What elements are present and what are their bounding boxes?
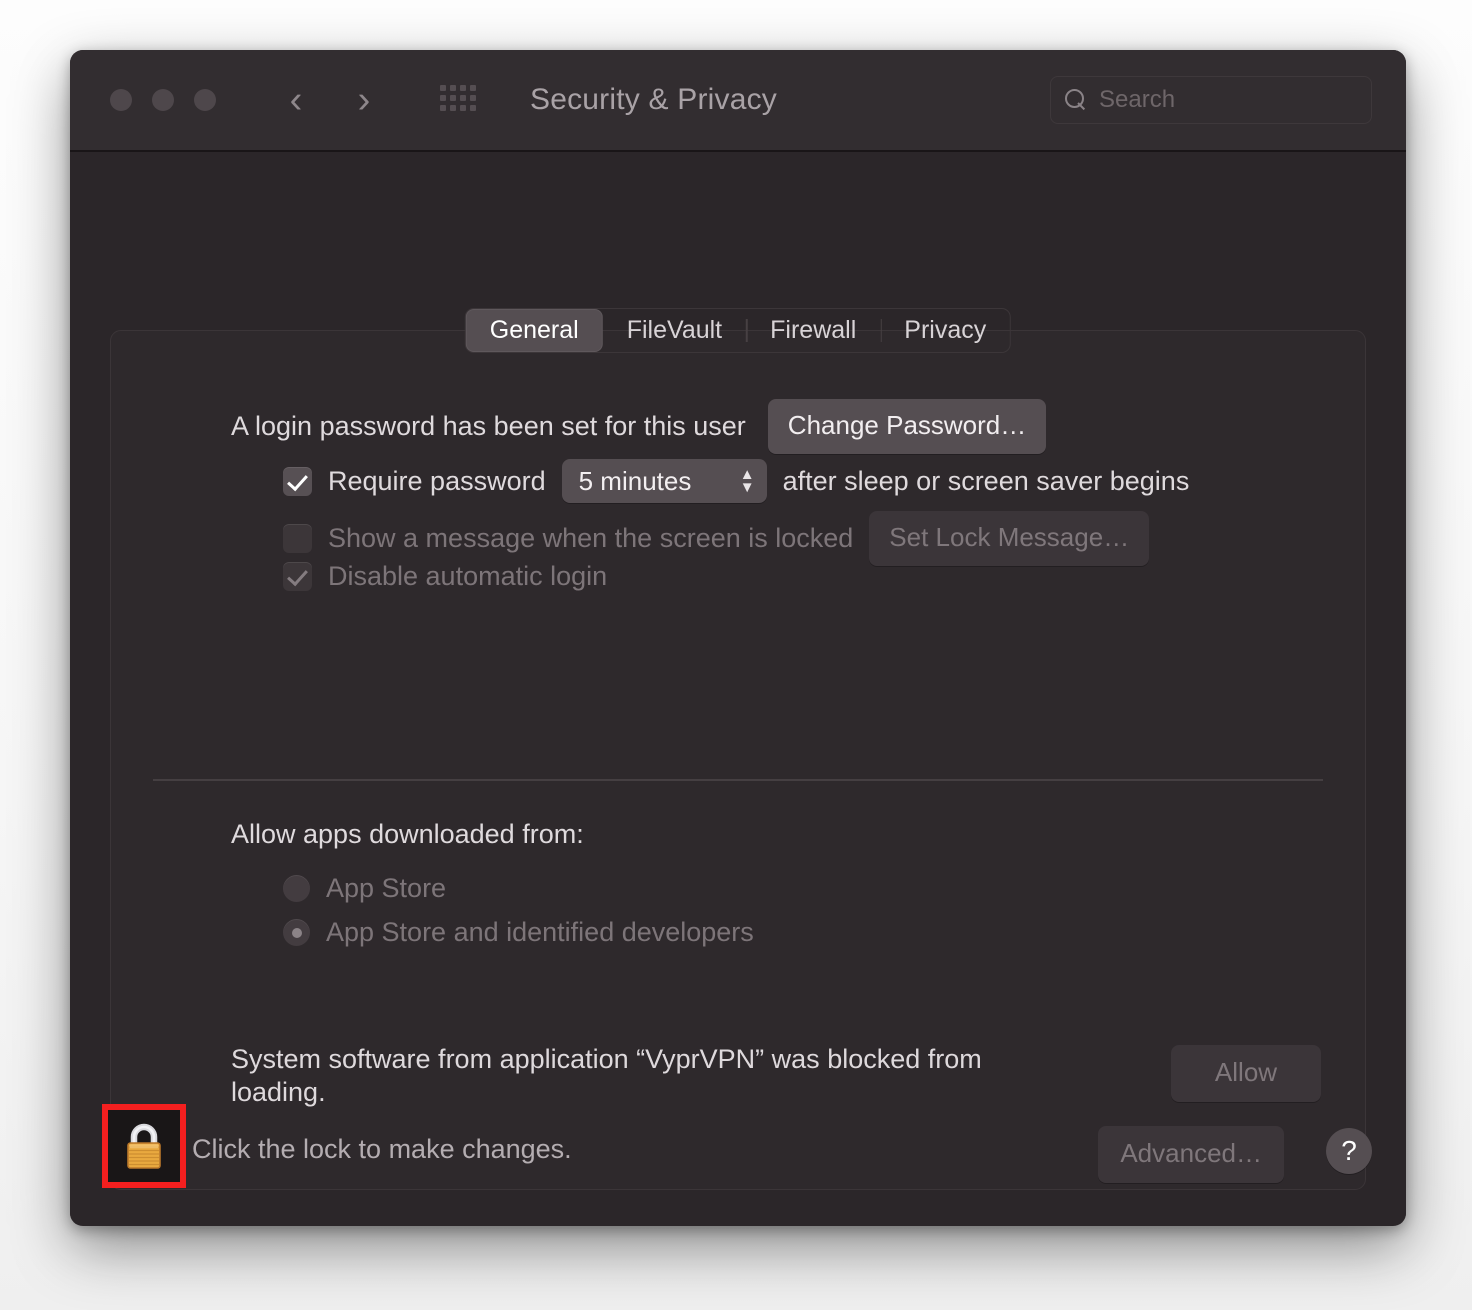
chevron-right-icon[interactable]: › <box>344 77 384 123</box>
disable-automatic-login-label: Disable automatic login <box>328 561 608 591</box>
login-password-label: A login password has been set for this u… <box>231 411 746 441</box>
require-password-row: Require password 5 minutes ▲ ▼ after slee… <box>283 459 1189 503</box>
disable-automatic-login-row: Disable automatic login <box>283 561 607 592</box>
window-titlebar: ‹ › Security & Privacy <box>70 50 1406 152</box>
tab-bar: General FileVault Firewall Privacy <box>464 308 1012 353</box>
page-title: Security & Privacy <box>530 83 777 116</box>
show-all-grid-icon[interactable] <box>440 85 478 115</box>
chevron-left-icon[interactable]: ‹ <box>276 77 316 123</box>
lock-instruction-text: Click the lock to make changes. <box>192 1134 572 1164</box>
tab-filevault[interactable]: FileVault <box>603 309 746 352</box>
tab-general[interactable]: General <box>465 309 603 352</box>
zoom-button[interactable] <box>194 89 216 111</box>
radio-app-store[interactable] <box>283 875 310 902</box>
close-button[interactable] <box>110 89 132 111</box>
preferences-content: General FileVault Firewall Privacy A log… <box>70 152 1406 1224</box>
require-password-delay-value: 5 minutes <box>578 465 692 496</box>
require-password-suffix-label: after sleep or screen saver begins <box>782 465 1190 496</box>
change-password-button[interactable]: Change Password… <box>767 399 1047 454</box>
require-password-delay-select[interactable]: 5 minutes ▲ ▼ <box>561 459 767 503</box>
radio-identified-developers[interactable] <box>283 919 310 946</box>
traffic-light-buttons <box>110 89 216 111</box>
general-settings-panel: A login password has been set for this u… <box>110 330 1366 1190</box>
help-button[interactable]: ? <box>1326 1128 1372 1174</box>
show-lock-message-row: Show a message when the screen is locked… <box>283 511 1150 566</box>
allow-apps-title: Allow apps downloaded from: <box>231 819 584 849</box>
radio-app-store-label: App Store <box>326 873 447 903</box>
advanced-button[interactable]: Advanced… <box>1098 1126 1284 1183</box>
search-field[interactable] <box>1050 76 1372 124</box>
radio-identified-developers-label: App Store and identified developers <box>326 917 754 947</box>
disable-automatic-login-checkbox[interactable] <box>283 562 312 591</box>
require-password-label: Require password <box>328 465 546 496</box>
lock-closed-icon[interactable] <box>118 1120 170 1172</box>
minimize-button[interactable] <box>152 89 174 111</box>
show-lock-message-label: Show a message when the screen is locked <box>328 523 854 553</box>
section-divider <box>153 779 1323 781</box>
require-password-checkbox[interactable] <box>283 466 312 496</box>
desktop-background: ‹ › Security & Privacy General FileVault… <box>0 0 1472 1310</box>
search-icon <box>1065 89 1087 111</box>
allow-apps-option-identified-developers[interactable]: App Store and identified developers <box>283 917 754 948</box>
set-lock-message-button[interactable]: Set Lock Message… <box>869 511 1150 566</box>
system-preferences-window: ‹ › Security & Privacy General FileVault… <box>70 50 1406 1226</box>
allow-apps-option-app-store[interactable]: App Store <box>283 873 446 904</box>
login-password-row: A login password has been set for this u… <box>231 399 1047 454</box>
tab-firewall[interactable]: Firewall <box>746 309 880 352</box>
search-input[interactable] <box>1099 86 1349 114</box>
show-lock-message-checkbox[interactable] <box>283 524 312 553</box>
lock-highlight-box <box>102 1104 186 1188</box>
window-footer: Click the lock to make changes. Advanced… <box>70 1084 1406 1224</box>
tab-privacy[interactable]: Privacy <box>880 309 1010 352</box>
chevron-up-down-icon: ▲ ▼ <box>739 466 755 496</box>
